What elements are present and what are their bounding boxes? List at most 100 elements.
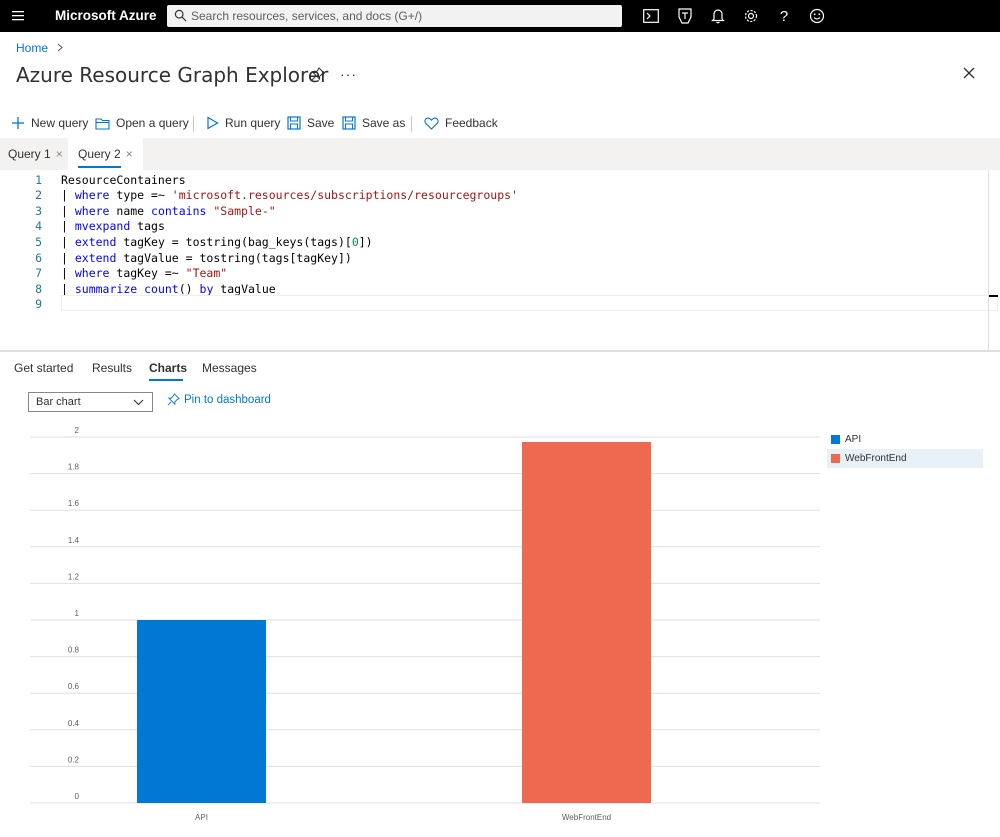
bar-chart: 0 0.2 0.4 0.6 0.8 1 1.2 1.4 1.6 1.8 2 API WebFrontEn… bbox=[0, 420, 1000, 834]
y-tick-label: 0.8 bbox=[68, 646, 80, 655]
tab-charts[interactable]: Charts bbox=[149, 361, 187, 375]
code-line[interactable]: | mvexpand tags bbox=[61, 218, 165, 234]
feedback-label: Feedback bbox=[445, 116, 498, 130]
y-tick-label: 1.4 bbox=[68, 536, 80, 545]
save-as-icon bbox=[342, 116, 356, 130]
save-icon bbox=[287, 116, 301, 130]
bar-api[interactable] bbox=[137, 620, 266, 803]
line-number: 7 bbox=[35, 266, 42, 280]
y-tick-label: 1.6 bbox=[68, 499, 80, 508]
toolbar-divider bbox=[193, 116, 194, 132]
close-tab-icon[interactable]: × bbox=[126, 147, 133, 161]
notifications-icon[interactable] bbox=[708, 6, 728, 26]
close-icon[interactable] bbox=[962, 66, 976, 83]
y-tick-label: 0 bbox=[75, 792, 80, 801]
brand-name[interactable]: Microsoft Azure bbox=[55, 8, 157, 23]
query-editor[interactable]: 1 ResourceContainers 2 | where type =~ 'mi… bbox=[8, 170, 998, 350]
close-tab-icon[interactable]: × bbox=[56, 147, 63, 161]
active-tab-indicator bbox=[149, 379, 183, 381]
save-button[interactable]: Save bbox=[287, 108, 334, 138]
command-bar: New query Open a query Run query Save Sa… bbox=[0, 108, 1000, 138]
y-tick-label: 1.8 bbox=[68, 463, 80, 472]
folder-open-icon bbox=[95, 117, 110, 130]
chart-canvas: 0 0.2 0.4 0.6 0.8 1 1.2 1.4 1.6 1.8 2 API WebFrontEn… bbox=[30, 426, 820, 822]
line-number: 3 bbox=[35, 204, 42, 218]
run-query-button[interactable]: Run query bbox=[206, 108, 280, 138]
y-tick-label: 0.6 bbox=[68, 682, 80, 691]
feedback-button[interactable]: Feedback bbox=[424, 108, 498, 138]
breadcrumb: Home bbox=[16, 41, 64, 55]
heart-icon bbox=[424, 117, 439, 130]
tab-query-2[interactable]: Query 2 × bbox=[68, 138, 143, 170]
code-line[interactable]: | extend tagKey = tostring(bag_keys(tags… bbox=[61, 234, 373, 250]
save-label: Save bbox=[307, 116, 335, 130]
search-input[interactable] bbox=[191, 5, 611, 27]
feedback-smiley-icon[interactable] bbox=[807, 6, 827, 26]
open-query-button[interactable]: Open a query bbox=[95, 108, 189, 138]
y-tick-label: 0.4 bbox=[68, 719, 80, 728]
hamburger-menu-icon[interactable] bbox=[9, 6, 29, 26]
tab-label: Query 2 bbox=[78, 141, 121, 168]
legend-swatch bbox=[831, 454, 840, 463]
tab-messages[interactable]: Messages bbox=[202, 361, 257, 375]
tab-results[interactable]: Results bbox=[92, 361, 132, 375]
new-query-label: New query bbox=[31, 116, 89, 130]
toolbar-divider bbox=[411, 116, 412, 132]
query-tabs: Query 1 × Query 2 × bbox=[0, 138, 1000, 170]
global-search[interactable] bbox=[167, 5, 622, 27]
save-as-label: Save as bbox=[362, 116, 406, 130]
code-line[interactable]: | where type =~ 'microsoft.resources/sub… bbox=[61, 187, 518, 203]
bar-webfrontend[interactable] bbox=[522, 442, 651, 803]
line-number: 9 bbox=[35, 297, 42, 311]
pane-splitter[interactable] bbox=[0, 350, 1000, 352]
pin-to-dashboard-link[interactable]: Pin to dashboard bbox=[167, 393, 271, 406]
pin-icon bbox=[167, 393, 180, 406]
line-number: 2 bbox=[35, 188, 42, 202]
editor-scrollbar[interactable] bbox=[988, 170, 989, 350]
chevron-down-icon bbox=[133, 397, 144, 409]
help-icon[interactable]: ? bbox=[774, 6, 794, 26]
chevron-right-icon bbox=[57, 41, 64, 55]
code-line[interactable]: ResourceContainers bbox=[61, 172, 186, 188]
chart-type-select[interactable]: Bar chart bbox=[28, 392, 153, 412]
search-icon bbox=[174, 9, 187, 25]
code-line[interactable]: | extend tagValue = tostring(tags[tagKey… bbox=[61, 250, 352, 266]
code-line[interactable]: | where tagKey =~ "Team" bbox=[61, 265, 227, 281]
tab-label: Query 1 bbox=[8, 147, 51, 161]
y-tick-label: 0.2 bbox=[68, 755, 80, 764]
more-options-icon[interactable]: ··· bbox=[340, 66, 357, 82]
new-query-button[interactable]: New query bbox=[11, 108, 88, 138]
legend-swatch bbox=[831, 435, 840, 444]
run-query-label: Run query bbox=[225, 116, 281, 130]
legend-label: WebFrontEnd bbox=[845, 453, 907, 464]
legend-label: API bbox=[845, 434, 862, 445]
code-line[interactable]: | where name contains "Sample-" bbox=[61, 203, 276, 219]
editor-scroll-marker bbox=[988, 295, 998, 297]
plus-icon bbox=[12, 117, 24, 129]
legend-item-api[interactable]: API bbox=[827, 430, 983, 449]
chart-type-value: Bar chart bbox=[36, 396, 81, 408]
page-title: Azure Resource Graph Explorer bbox=[16, 63, 329, 87]
breadcrumb-home-link[interactable]: Home bbox=[16, 41, 48, 55]
top-bar: Microsoft Azure ? bbox=[0, 0, 1000, 32]
cloud-shell-icon[interactable] bbox=[641, 6, 661, 26]
pin-icon[interactable] bbox=[311, 67, 325, 84]
y-tick-label: 1.2 bbox=[68, 572, 80, 581]
settings-icon[interactable] bbox=[741, 6, 761, 26]
line-number: 1 bbox=[35, 173, 42, 187]
x-tick-label: API bbox=[195, 813, 208, 822]
directory-filter-icon[interactable] bbox=[675, 6, 695, 26]
tab-get-started[interactable]: Get started bbox=[14, 361, 73, 375]
line-number: 8 bbox=[35, 282, 42, 296]
tab-query-1[interactable]: Query 1 × bbox=[8, 138, 63, 170]
current-line-highlight bbox=[61, 295, 998, 311]
open-query-label: Open a query bbox=[116, 116, 189, 130]
save-as-button[interactable]: Save as bbox=[342, 108, 405, 138]
legend-item-webfrontend[interactable]: WebFrontEnd bbox=[827, 449, 983, 468]
x-tick-label: WebFrontEnd bbox=[562, 813, 611, 822]
y-tick-label: 2 bbox=[75, 426, 80, 435]
line-number: 6 bbox=[35, 251, 42, 265]
play-icon bbox=[207, 116, 219, 130]
pin-to-dashboard-label: Pin to dashboard bbox=[184, 393, 271, 406]
line-number: 4 bbox=[35, 219, 42, 233]
